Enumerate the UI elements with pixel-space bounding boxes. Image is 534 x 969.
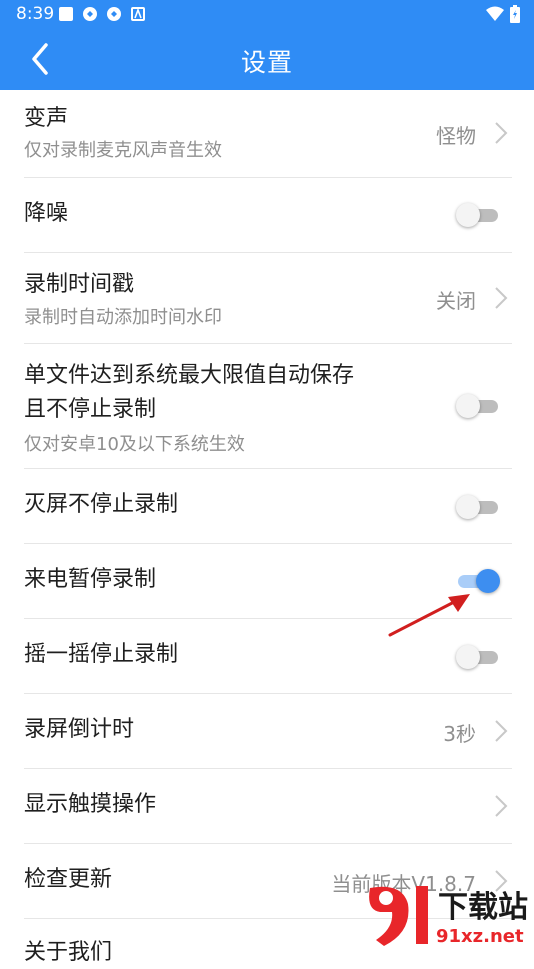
setting-label: 摇一摇停止录制 <box>24 642 179 667</box>
setting-value: 关闭 <box>436 289 476 313</box>
watermark-brand: 下载站 <box>438 890 528 925</box>
setting-description: 仅对录制麦克风声音生效 <box>24 140 222 161</box>
setting-noise-reduction[interactable]: 降噪 <box>0 178 534 253</box>
setting-label: 检查更新 <box>24 867 113 892</box>
setting-label: 变声 <box>24 106 69 131</box>
setting-description: 仅对安卓10及以下系统生效 <box>24 434 245 455</box>
notification-icons <box>58 6 146 22</box>
setting-show-touches[interactable]: 显示触摸操作 <box>0 769 534 844</box>
setting-label: 录制时间戳 <box>24 272 135 297</box>
setting-voice-change[interactable]: 变声 仅对录制麦克风声音生效 怪物 <box>0 90 534 178</box>
chevron-right-icon <box>495 122 508 144</box>
status-time: 8:39 <box>16 4 55 24</box>
system-icons <box>486 5 520 23</box>
page-title: 设置 <box>240 48 293 77</box>
wifi-icon <box>486 6 504 21</box>
setting-auto-save[interactable]: 单文件达到系统最大限值自动保存 且不停止录制 仅对安卓10及以下系统生效 <box>0 344 534 469</box>
setting-label: 关于我们 <box>24 940 113 965</box>
settings-list: 变声 仅对录制麦克风声音生效 怪物 降噪 录制时间戳 录制时自动添加时间水印 关… <box>0 90 534 965</box>
setting-label: 降噪 <box>24 201 69 226</box>
setting-countdown[interactable]: 录屏倒计时 3秒 <box>0 694 534 769</box>
screen-off-toggle[interactable] <box>456 494 500 520</box>
setting-value: 怪物 <box>436 124 476 148</box>
shake-stop-toggle[interactable] <box>456 644 500 670</box>
setting-description: 录制时自动添加时间水印 <box>24 307 222 328</box>
chevron-right-icon <box>495 720 508 742</box>
setting-label: 来电暂停录制 <box>24 567 157 592</box>
status-app-icon <box>131 7 145 21</box>
battery-icon <box>510 5 520 23</box>
setting-label-line1: 单文件达到系统最大限值自动保存 <box>24 363 355 388</box>
status-app-icon <box>59 7 73 21</box>
setting-timestamp[interactable]: 录制时间戳 录制时自动添加时间水印 关闭 <box>0 253 534 344</box>
chevron-right-icon <box>495 287 508 309</box>
setting-screen-off[interactable]: 灭屏不停止录制 <box>0 469 534 544</box>
status-app-icon <box>83 7 97 21</box>
setting-label: 灭屏不停止录制 <box>24 492 179 517</box>
setting-label-line2: 且不停止录制 <box>24 397 157 422</box>
watermark-logo: 下载站 91xz.net <box>362 882 532 950</box>
status-bar: 8:39 <box>0 0 534 28</box>
annotation-arrow-icon <box>388 594 470 637</box>
status-app-icon <box>107 7 121 21</box>
setting-label: 录屏倒计时 <box>24 717 135 742</box>
chevron-right-icon <box>495 795 508 817</box>
auto-save-toggle[interactable] <box>456 393 500 419</box>
setting-value: 3秒 <box>443 722 476 746</box>
app-bar: 设置 <box>0 28 534 90</box>
noise-reduction-toggle[interactable] <box>456 202 500 228</box>
watermark-domain: 91xz.net <box>436 926 524 947</box>
setting-label: 显示触摸操作 <box>24 792 157 817</box>
